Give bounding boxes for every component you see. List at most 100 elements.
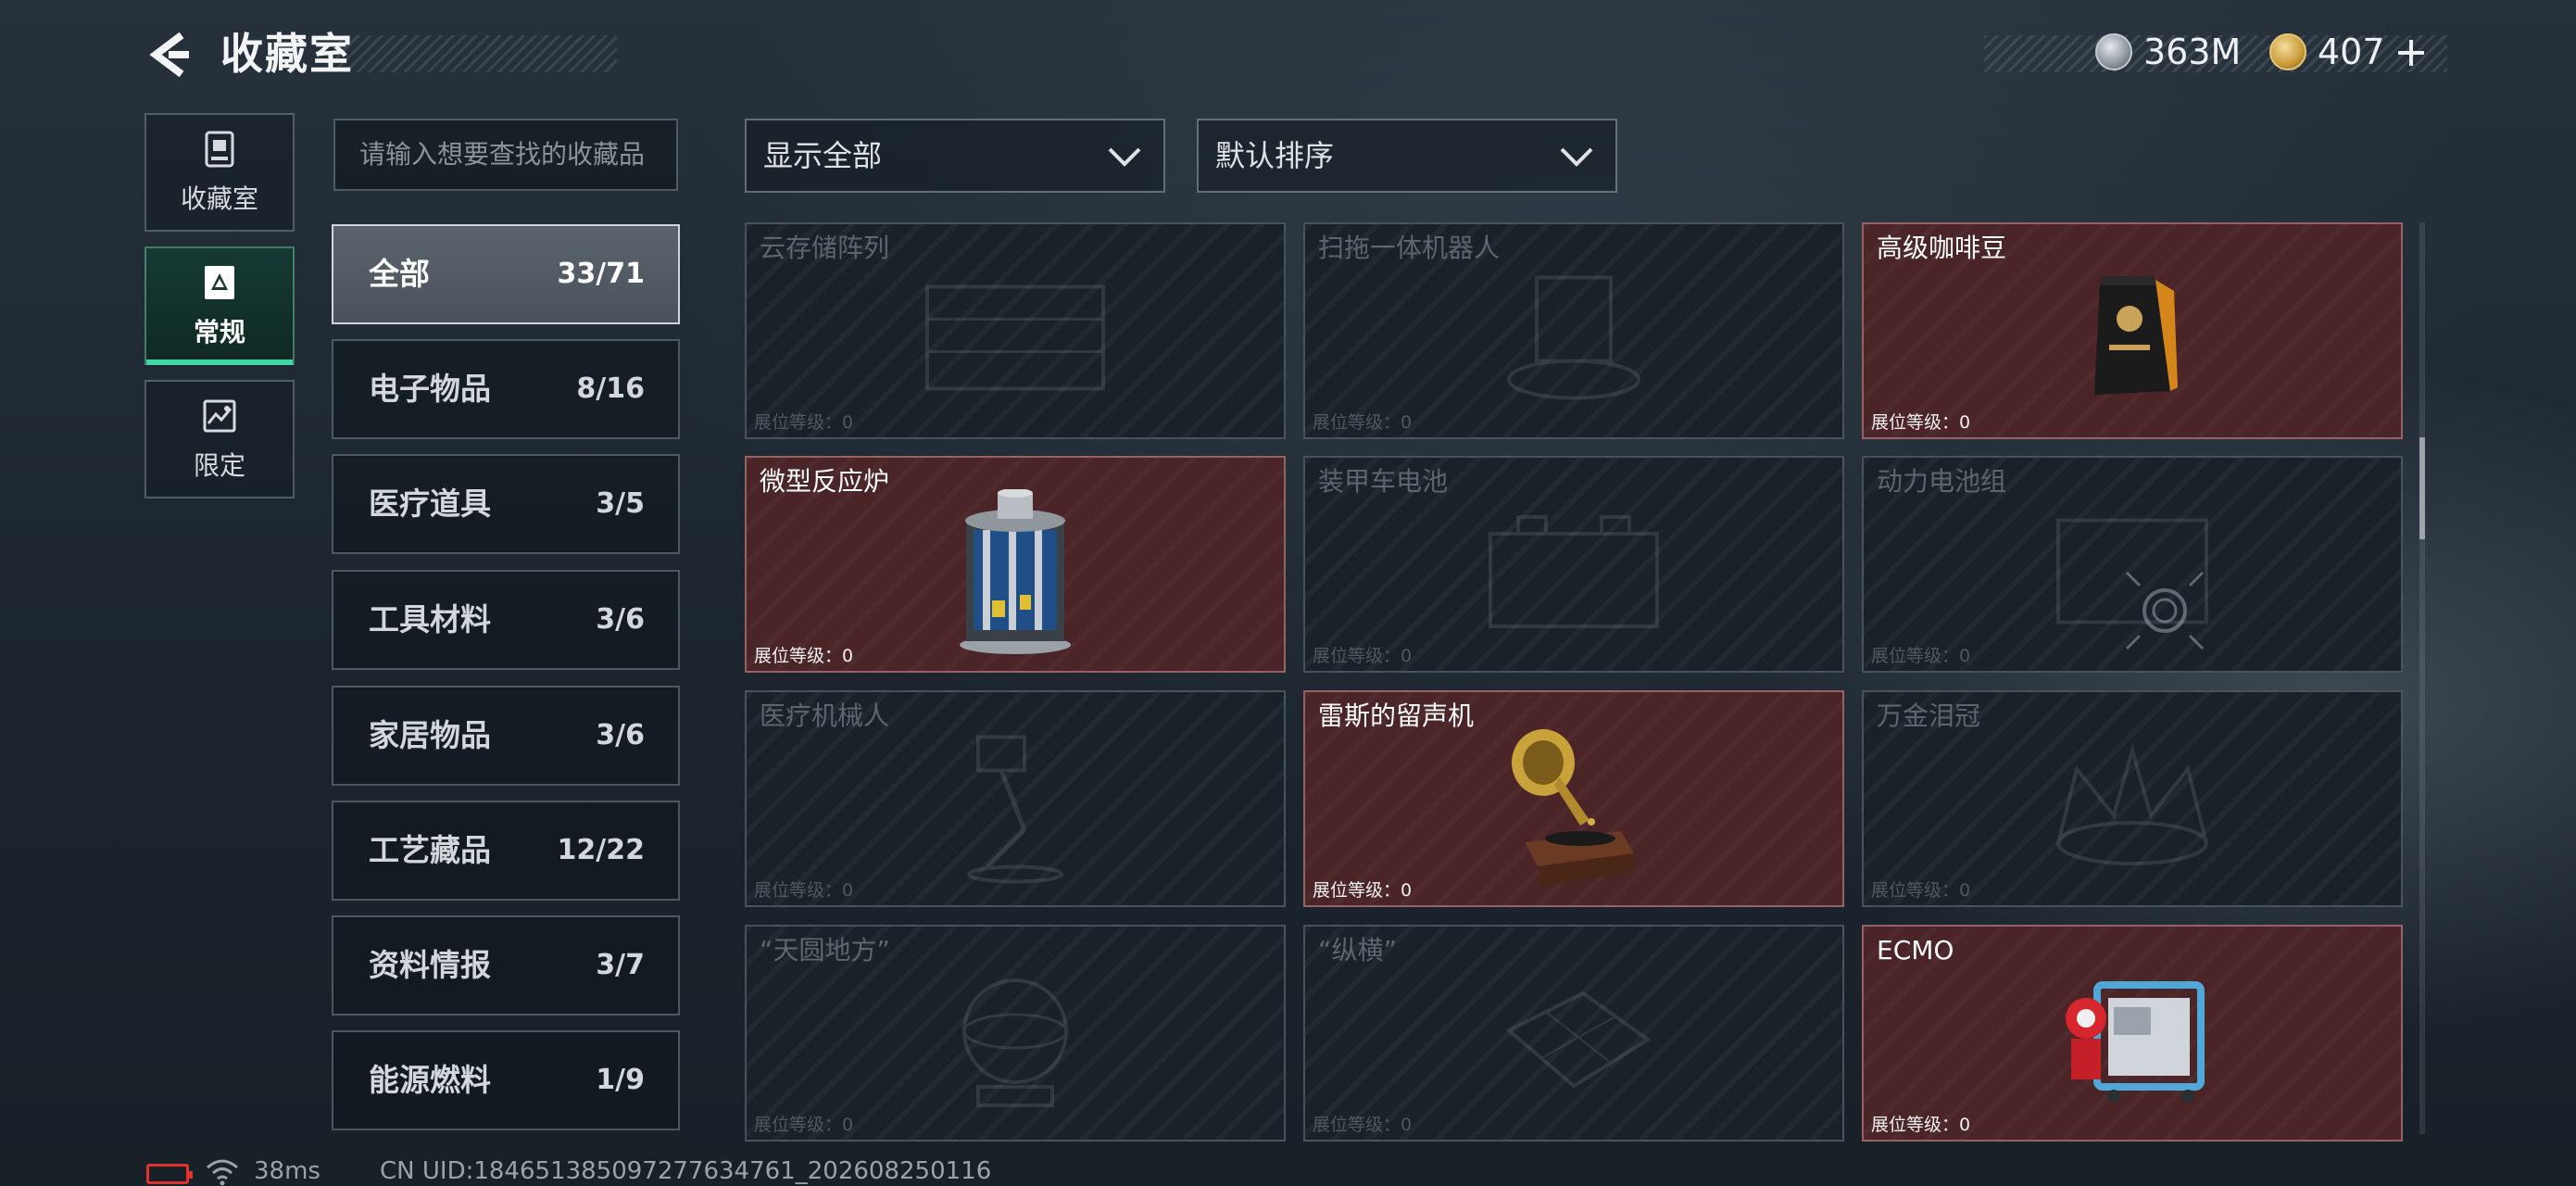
item-name: 装甲车电池 xyxy=(1318,466,1449,497)
category-name: 电子物品 xyxy=(369,371,491,407)
reactor-icon xyxy=(960,489,1071,654)
category-name: 医疗道具 xyxy=(369,486,491,522)
sort-dropdown[interactable]: 默认排序 xyxy=(1197,119,1617,193)
chevron-down-icon xyxy=(1108,147,1141,167)
add-currency-icon[interactable] xyxy=(2395,37,2427,69)
item-booth-level: 展位等级：0 xyxy=(1871,880,1971,901)
scrollbar-thumb[interactable] xyxy=(2419,437,2425,539)
category-energy[interactable]: 能源燃料 1/9 xyxy=(332,1030,680,1130)
trophy-icon xyxy=(205,131,234,168)
item-card-armored-vehicle-battery[interactable]: 装甲车电池 展位等级：0 xyxy=(1303,456,1844,673)
search-input[interactable]: 请输入想要查找的收藏品 xyxy=(333,119,678,191)
item-booth-level: 展位等级：0 xyxy=(1313,412,1413,433)
item-card-medical-robot[interactable]: 医疗机械人 展位等级：0 xyxy=(745,690,1286,907)
tab-collection-room[interactable]: 收藏室 xyxy=(145,113,295,232)
category-name: 能源燃料 xyxy=(369,1062,491,1098)
item-booth-level: 展位等级：0 xyxy=(754,1115,854,1135)
category-medical[interactable]: 医疗道具 3/5 xyxy=(332,454,680,554)
item-booth-level: 展位等级：0 xyxy=(1313,1115,1413,1135)
category-intel[interactable]: 资料情报 3/7 xyxy=(332,915,680,1016)
category-name: 全部 xyxy=(369,256,430,292)
category-name: 工艺藏品 xyxy=(369,832,491,868)
gramophone-icon xyxy=(1512,729,1634,887)
category-count: 12/22 xyxy=(557,834,645,866)
category-count: 8/16 xyxy=(576,372,645,405)
category-count: 1/9 xyxy=(596,1064,645,1096)
battery-low-icon xyxy=(146,1164,193,1184)
category-electronics[interactable]: 电子物品 8/16 xyxy=(332,339,680,439)
tab-regular[interactable]: 常规 xyxy=(145,246,295,365)
item-booth-level: 展位等级：0 xyxy=(754,880,854,901)
tab-label: 收藏室 xyxy=(180,183,258,214)
category-tools[interactable]: 工具材料 3/6 xyxy=(332,570,680,670)
item-booth-level: 展位等级：0 xyxy=(754,412,854,433)
item-name: 微型反应炉 xyxy=(760,466,890,497)
tab-label: 限定 xyxy=(193,450,245,481)
category-household[interactable]: 家居物品 3/6 xyxy=(332,686,680,786)
item-card-ecmo[interactable]: ECMO 展位等级：0 xyxy=(1862,925,2403,1142)
collection-icon xyxy=(205,266,234,299)
item-card-robot-vacuum[interactable]: 扫拖一体机器人 展位等级：0 xyxy=(1303,222,1844,439)
sort-value: 默认排序 xyxy=(1215,138,1335,173)
item-name: “纵横” xyxy=(1318,935,1398,965)
item-name: 云存储阵列 xyxy=(760,233,890,263)
medical-robot-icon xyxy=(967,735,1063,884)
tab-limited[interactable]: 限定 xyxy=(145,380,295,498)
item-card-premium-coffee-beans[interactable]: 高级咖啡豆 展位等级：0 xyxy=(1862,222,2403,439)
category-name: 家居物品 xyxy=(369,717,491,753)
category-name: 资料情报 xyxy=(369,947,491,983)
category-count: 3/7 xyxy=(596,949,645,981)
item-name: 万金泪冠 xyxy=(1877,700,1981,731)
back-arrow-icon[interactable] xyxy=(145,30,195,80)
item-name: “天圆地方” xyxy=(760,935,891,965)
item-name: 雷斯的留声机 xyxy=(1318,700,1475,731)
ping-readout: 38ms xyxy=(254,1157,320,1185)
armillary-sphere-icon xyxy=(962,978,1068,1107)
item-booth-level: 展位等级：0 xyxy=(1313,646,1413,666)
item-name: ECMO xyxy=(1877,935,1954,965)
gold-currency-amount: 407 xyxy=(2318,32,2385,72)
category-all[interactable]: 全部 33/71 xyxy=(332,224,680,324)
item-card-micro-reactor[interactable]: 微型反应炉 展位等级：0 xyxy=(745,456,1286,673)
scrollbar-track[interactable] xyxy=(2419,222,2425,1134)
item-card-cloud-storage-array[interactable]: 云存储阵列 展位等级：0 xyxy=(745,222,1286,439)
title-decoration xyxy=(333,35,617,72)
silver-coin-icon xyxy=(2095,33,2132,70)
filter-value: 显示全部 xyxy=(763,138,883,173)
ecmo-machine-icon xyxy=(2066,981,2205,1103)
item-card-tianyuan-difang[interactable]: “天圆地方” 展位等级：0 xyxy=(745,925,1286,1142)
tab-label: 常规 xyxy=(193,317,245,347)
robot-vacuum-icon xyxy=(1507,275,1640,400)
category-count: 33/71 xyxy=(557,258,645,290)
item-name: 高级咖啡豆 xyxy=(1877,233,2007,263)
filter-dropdown[interactable]: 显示全部 xyxy=(745,119,1165,193)
item-card-power-battery-pack[interactable]: 动力电池组 展位等级：0 xyxy=(1862,456,2403,673)
category-count: 3/6 xyxy=(596,719,645,751)
wifi-icon xyxy=(207,1159,238,1186)
crown-icon xyxy=(2056,743,2208,865)
item-name: 动力电池组 xyxy=(1877,466,2007,497)
item-booth-level: 展位等级：0 xyxy=(1871,412,1971,433)
item-booth-level: 展位等级：0 xyxy=(1871,1115,1971,1135)
category-count: 3/5 xyxy=(596,487,645,520)
item-booth-level: 展位等级：0 xyxy=(1871,646,1971,666)
coffee-bag-icon xyxy=(2094,276,2178,395)
chevron-down-icon xyxy=(1560,147,1593,167)
page-title: 收藏室 xyxy=(220,29,354,79)
category-crafts[interactable]: 工艺藏品 12/22 xyxy=(332,801,680,901)
player-uid: CN UID:184651385097277634761_20260825011… xyxy=(380,1157,992,1185)
gold-coin-icon xyxy=(2269,33,2306,70)
item-name: 医疗机械人 xyxy=(760,700,890,731)
target-reticle-icon xyxy=(2125,571,2205,650)
item-booth-level: 展位等级：0 xyxy=(754,646,854,666)
server-rack-icon xyxy=(925,284,1105,391)
item-name: 扫拖一体机器人 xyxy=(1318,233,1501,263)
chessboard-icon xyxy=(1505,990,1652,1089)
item-booth-level: 展位等级：0 xyxy=(1313,880,1413,901)
item-card-gold-tear-crown[interactable]: 万金泪冠 展位等级：0 xyxy=(1862,690,2403,907)
category-name: 工具材料 xyxy=(369,601,491,637)
battery-pack-icon xyxy=(1489,515,1659,628)
limited-icon xyxy=(203,399,236,433)
item-card-zongheng[interactable]: “纵横” 展位等级：0 xyxy=(1303,925,1844,1142)
item-card-gramophone[interactable]: 雷斯的留声机 展位等级：0 xyxy=(1303,690,1844,907)
